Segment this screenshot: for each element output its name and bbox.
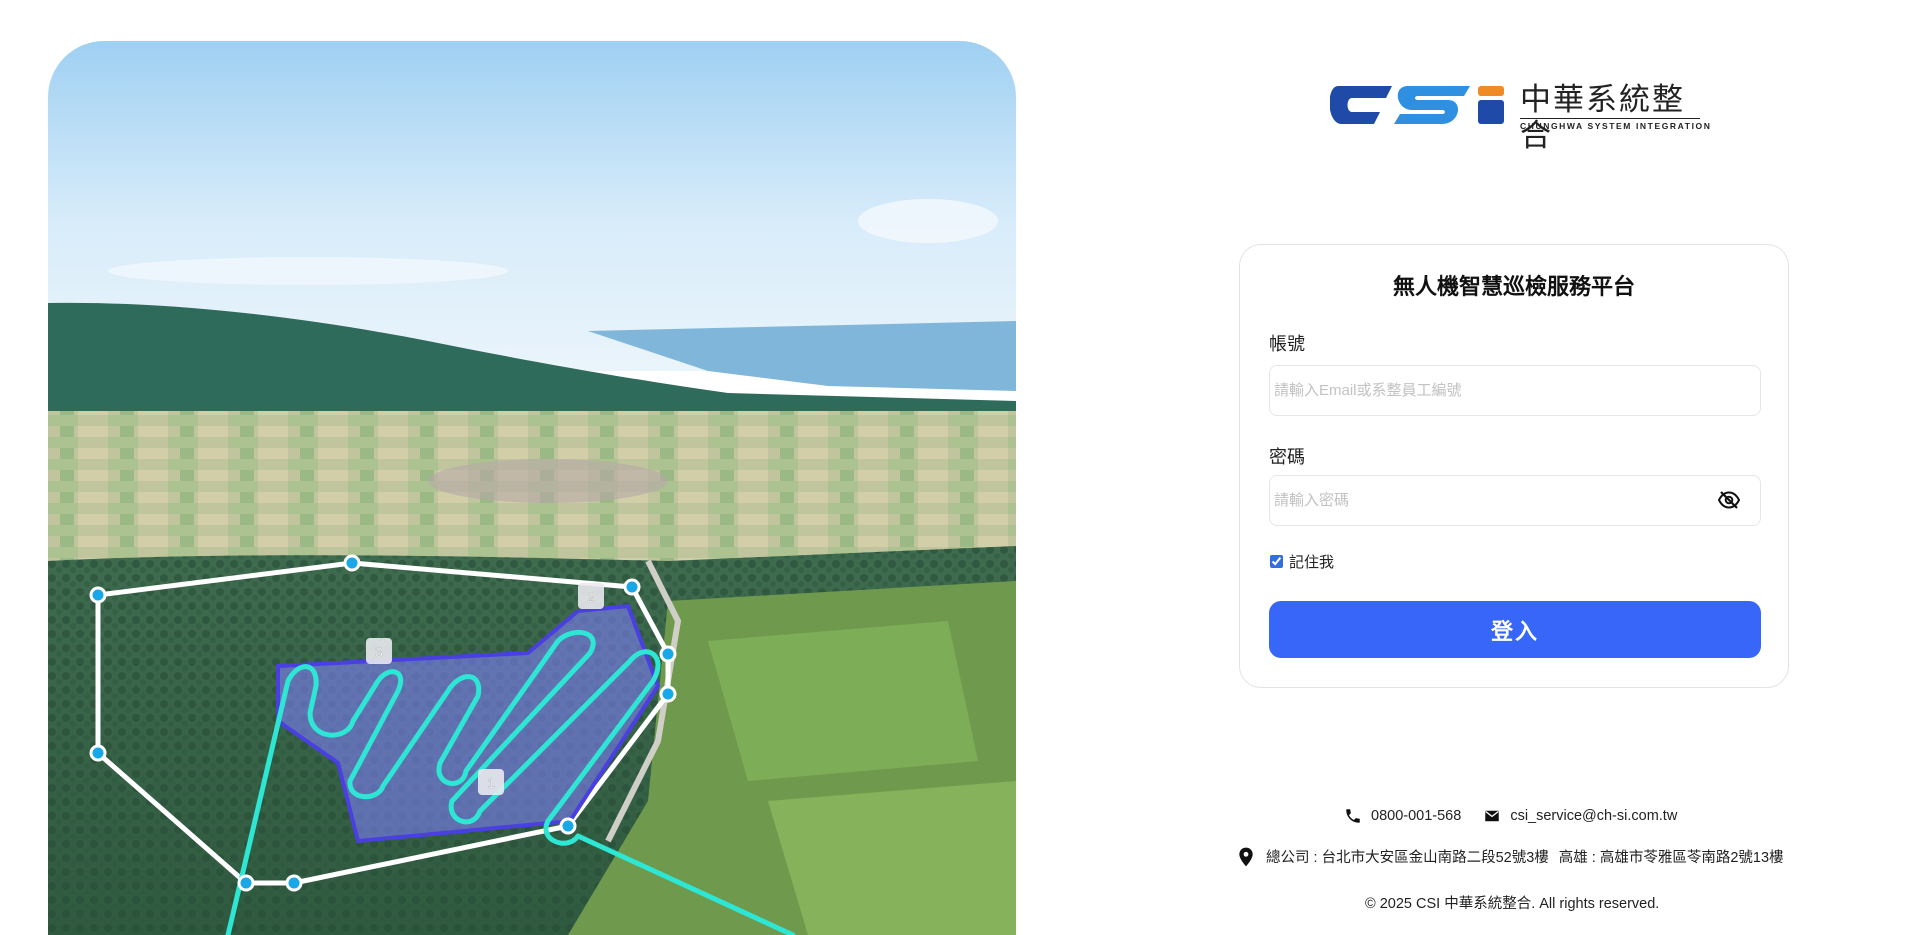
remember-label: 記住我	[1289, 554, 1335, 571]
password-input[interactable]	[1269, 475, 1761, 526]
route-label-1: 1	[487, 775, 495, 791]
hero-image: 1 2 3	[48, 41, 1016, 935]
logo-name-en: CHUNGHWA SYSTEM INTEGRATION	[1520, 118, 1710, 131]
company-logo: 中華系統整合 CHUNGHWA SYSTEM INTEGRATION	[1330, 82, 1710, 154]
platform-title: 無人機智慧巡檢服務平台	[1392, 274, 1635, 299]
eye-off-icon	[1717, 491, 1741, 509]
csi-logo-mark	[1330, 86, 1504, 124]
kaohsiung-address: 高雄 : 高雄市苓雅區苓南路2號13樓	[1558, 850, 1784, 866]
account-input[interactable]	[1269, 365, 1761, 416]
route-label-3: 3	[375, 644, 383, 660]
password-label: 密碼	[1269, 447, 1305, 467]
waypoint[interactable]	[559, 817, 577, 835]
waypoint[interactable]	[659, 645, 677, 663]
waypoint[interactable]	[623, 578, 641, 596]
password-visibility-toggle[interactable]	[1714, 485, 1744, 515]
email-contact: csi_service@ch-si.com.tw	[1483, 807, 1677, 825]
waypoint[interactable]	[659, 685, 677, 703]
account-label: 帳號	[1269, 334, 1305, 354]
hq-address: 總公司 : 台北市大安區金山南路二段52號3樓	[1266, 850, 1549, 866]
waypoint[interactable]	[237, 874, 255, 892]
waypoint[interactable]	[285, 874, 303, 892]
login-button[interactable]: 登入	[1269, 601, 1761, 658]
login-card: 無人機智慧巡檢服務平台 帳號 密碼 記住我 登入	[1239, 244, 1789, 688]
mail-icon	[1485, 810, 1500, 822]
remember-checkbox[interactable]	[1270, 555, 1283, 568]
location-pin-icon	[1239, 847, 1253, 866]
drone-mission-map: 1 2 3	[48, 41, 1016, 935]
phone-number[interactable]: 0800-001-568	[1371, 808, 1461, 824]
route-label-2: 2	[587, 589, 595, 605]
waypoint[interactable]	[89, 586, 107, 604]
email-address[interactable]: csi_service@ch-si.com.tw	[1510, 808, 1677, 824]
phone-icon	[1346, 809, 1360, 823]
waypoint[interactable]	[89, 744, 107, 762]
copyright-text: © 2025 CSI 中華系統整合. All rights reserved.	[1365, 896, 1660, 912]
waypoint[interactable]	[343, 554, 361, 572]
contact-info: 0800-001-568 csi_service@ch-si.com.tw	[1344, 807, 1699, 825]
address-info: 總公司 : 台北市大安區金山南路二段52號3樓 高雄 : 高雄市苓雅區苓南路2號…	[1238, 846, 1784, 867]
remember-me[interactable]: 記住我	[1269, 551, 1334, 572]
phone-contact: 0800-001-568	[1344, 807, 1461, 825]
